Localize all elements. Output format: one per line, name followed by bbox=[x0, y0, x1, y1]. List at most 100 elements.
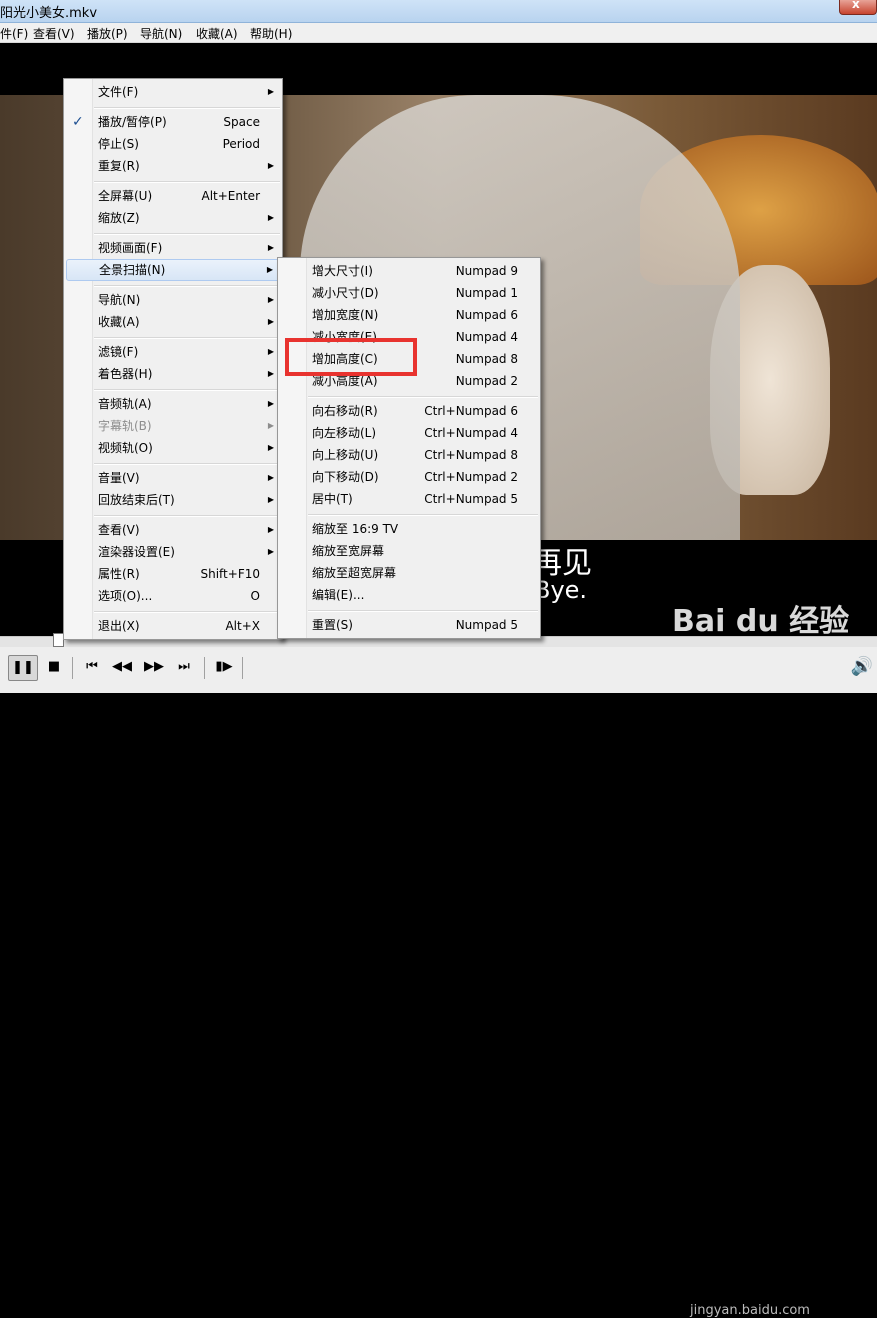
submenu-item-move-right[interactable]: 向右移动(R) Ctrl+Numpad 6 bbox=[280, 400, 538, 422]
menu-item-volume[interactable]: 音量(V) ▶ bbox=[66, 467, 280, 489]
submenu-arrow-icon: ▶ bbox=[267, 443, 274, 452]
menu-separator bbox=[308, 396, 538, 398]
skip-forward-button[interactable]: ⏭ bbox=[170, 655, 198, 679]
menu-item-repeat[interactable]: 重复(R) ▶ bbox=[66, 155, 280, 177]
stop-icon: ■ bbox=[47, 659, 61, 674]
separator bbox=[204, 657, 205, 679]
menu-separator bbox=[94, 463, 280, 465]
menu-separator bbox=[94, 611, 280, 613]
menu-play[interactable]: 播放(P) bbox=[87, 25, 128, 42]
submenu-item-center[interactable]: 居中(T) Ctrl+Numpad 5 bbox=[280, 488, 538, 510]
submenu-arrow-icon: ▶ bbox=[267, 421, 274, 430]
skip-back-icon: ⏮ bbox=[86, 659, 98, 674]
submenu-item-move-left[interactable]: 向左移动(L) Ctrl+Numpad 4 bbox=[280, 422, 538, 444]
menu-item-favorites[interactable]: 收藏(A) ▶ bbox=[66, 311, 280, 333]
separator bbox=[72, 657, 73, 679]
pause-button[interactable]: ❚❚ bbox=[8, 655, 38, 681]
submenu-item-decrease-size[interactable]: 减小尺寸(D) Numpad 1 bbox=[280, 282, 538, 304]
annotation-highlight-box bbox=[285, 338, 417, 376]
fast-forward-icon: ▶▶ bbox=[144, 659, 164, 674]
fast-forward-button[interactable]: ▶▶ bbox=[140, 655, 168, 679]
submenu-arrow-icon: ▶ bbox=[267, 495, 274, 504]
skip-forward-icon: ⏭ bbox=[178, 659, 190, 674]
menu-item-renderer-settings[interactable]: 渲染器设置(E) ▶ bbox=[66, 541, 280, 563]
frame-step-icon: ▮▶ bbox=[215, 659, 233, 674]
submenu-arrow-icon: ▶ bbox=[267, 317, 274, 326]
menu-help[interactable]: 帮助(H) bbox=[250, 25, 292, 42]
submenu-arrow-icon: ▶ bbox=[267, 295, 274, 304]
volume-icon: 🔊 bbox=[850, 656, 874, 677]
submenu-item-zoom-ultrawide[interactable]: 缩放至超宽屏幕 bbox=[280, 562, 538, 584]
menu-view[interactable]: 查看(V) bbox=[33, 25, 75, 42]
menu-item-navigate[interactable]: 导航(N) ▶ bbox=[66, 289, 280, 311]
menu-item-exit[interactable]: 退出(X) Alt+X bbox=[66, 615, 280, 637]
menu-separator bbox=[94, 181, 280, 183]
context-menu: 文件(F) ▶ ✓ 播放/暂停(P) Space 停止(S) Period 重复(R) ▶… bbox=[63, 78, 283, 640]
title-bar: 阳光小美女.mkv x bbox=[0, 0, 877, 23]
menu-separator bbox=[94, 233, 280, 235]
menu-item-filters[interactable]: 滤镜(F) ▶ bbox=[66, 341, 280, 363]
subtitle-english: Bye. bbox=[534, 576, 588, 604]
menu-separator bbox=[94, 285, 280, 287]
menu-file[interactable]: 件(F) bbox=[0, 25, 28, 42]
submenu-arrow-icon: ▶ bbox=[267, 347, 274, 356]
submenu-arrow-icon: ▶ bbox=[267, 161, 274, 170]
submenu-arrow-icon: ▶ bbox=[267, 473, 274, 482]
menu-item-shaders[interactable]: 着色器(H) ▶ bbox=[66, 363, 280, 385]
watermark-url: jingyan.baidu.com bbox=[690, 1303, 810, 1318]
menu-separator bbox=[94, 337, 280, 339]
separator bbox=[242, 657, 243, 679]
pause-icon: ❚❚ bbox=[12, 660, 34, 675]
menu-item-play-pause[interactable]: ✓ 播放/暂停(P) Space bbox=[66, 111, 280, 133]
menu-separator bbox=[94, 515, 280, 517]
menu-navigate[interactable]: 导航(N) bbox=[140, 25, 182, 42]
submenu-arrow-icon: ▶ bbox=[266, 265, 273, 274]
submenu-arrow-icon: ▶ bbox=[267, 525, 274, 534]
menu-item-video-frame[interactable]: 视频画面(F) ▶ bbox=[66, 237, 280, 259]
menu-item-options[interactable]: 选项(O)... O bbox=[66, 585, 280, 607]
close-icon: x bbox=[852, 0, 860, 11]
menu-item-pan-scan[interactable]: 全景扫描(N) ▶ bbox=[66, 259, 280, 281]
stop-button[interactable]: ■ bbox=[40, 655, 68, 679]
close-button[interactable]: x bbox=[839, 0, 877, 15]
window-title: 阳光小美女.mkv bbox=[0, 6, 98, 21]
menu-item-subtitle-track: 字幕轨(B) ▶ bbox=[66, 415, 280, 437]
menu-item-audio-track[interactable]: 音频轨(A) ▶ bbox=[66, 393, 280, 415]
menu-separator bbox=[94, 107, 280, 109]
submenu-item-reset[interactable]: 重置(S) Numpad 5 bbox=[280, 614, 538, 636]
menu-item-properties[interactable]: 属性(R) Shift+F10 bbox=[66, 563, 280, 585]
menu-item-video-track[interactable]: 视频轨(O) ▶ bbox=[66, 437, 280, 459]
submenu-item-move-up[interactable]: 向上移动(U) Ctrl+Numpad 8 bbox=[280, 444, 538, 466]
submenu-item-edit[interactable]: 编辑(E)... bbox=[280, 584, 538, 606]
submenu-item-increase-size[interactable]: 增大尺寸(I) Numpad 9 bbox=[280, 260, 538, 282]
menu-separator bbox=[308, 610, 538, 612]
pan-scan-submenu: 增大尺寸(I) Numpad 9 减小尺寸(D) Numpad 1 增加宽度(N) N… bbox=[277, 257, 541, 639]
menu-item-stop[interactable]: 停止(S) Period bbox=[66, 133, 280, 155]
submenu-item-zoom-widescreen[interactable]: 缩放至宽屏幕 bbox=[280, 540, 538, 562]
submenu-item-move-down[interactable]: 向下移动(D) Ctrl+Numpad 2 bbox=[280, 466, 538, 488]
menu-favorites[interactable]: 收藏(A) bbox=[196, 25, 238, 42]
menu-item-file[interactable]: 文件(F) ▶ bbox=[66, 81, 280, 103]
submenu-arrow-icon: ▶ bbox=[267, 213, 274, 222]
rewind-button[interactable]: ◀◀ bbox=[108, 655, 136, 679]
submenu-arrow-icon: ▶ bbox=[267, 547, 274, 556]
submenu-item-zoom-169[interactable]: 缩放至 16:9 TV bbox=[280, 518, 538, 540]
control-bar: ❚❚ ■ ⏮ ◀◀ ▶▶ ⏭ ▮▶ jingyan.baidu.com 🔊 bbox=[0, 647, 877, 1318]
menu-item-zoom[interactable]: 缩放(Z) ▶ bbox=[66, 207, 280, 229]
submenu-arrow-icon: ▶ bbox=[267, 243, 274, 252]
volume-button[interactable]: 🔊 bbox=[848, 655, 876, 679]
watermark-logo: Bai du 经验 bbox=[672, 604, 850, 639]
menu-item-fullscreen[interactable]: 全屏幕(U) Alt+Enter bbox=[66, 185, 280, 207]
menu-item-view[interactable]: 查看(V) ▶ bbox=[66, 519, 280, 541]
frame-step-button[interactable]: ▮▶ bbox=[210, 655, 238, 679]
menu-item-after-playback[interactable]: 回放结束后(T) ▶ bbox=[66, 489, 280, 511]
menu-bar: 件(F) 查看(V) 播放(P) 导航(N) 收藏(A) 帮助(H) bbox=[0, 23, 877, 43]
submenu-arrow-icon: ▶ bbox=[267, 399, 274, 408]
skip-back-button[interactable]: ⏮ bbox=[78, 655, 106, 679]
menu-separator bbox=[94, 389, 280, 391]
rewind-icon: ◀◀ bbox=[112, 659, 132, 674]
submenu-arrow-icon: ▶ bbox=[267, 87, 274, 96]
submenu-item-increase-width[interactable]: 增加宽度(N) Numpad 6 bbox=[280, 304, 538, 326]
submenu-arrow-icon: ▶ bbox=[267, 369, 274, 378]
checkmark-icon: ✓ bbox=[72, 114, 84, 130]
